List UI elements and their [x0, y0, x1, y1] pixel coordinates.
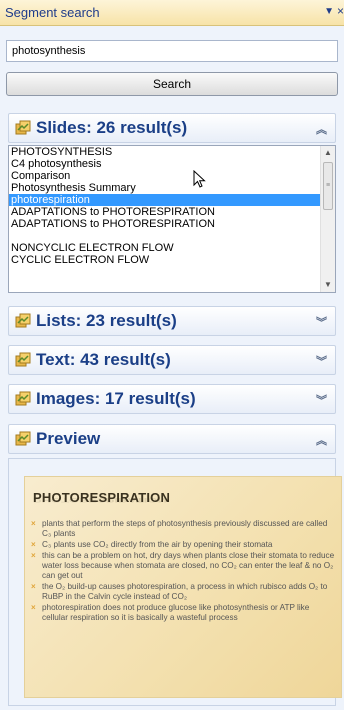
slide-bullets: × plants that perform the steps of photos… [31, 519, 337, 624]
section-lists-title: Lists: 23 result(s) [36, 311, 177, 330]
section-images-title: Images: 17 result(s) [36, 389, 196, 408]
list-item[interactable]: NONCYCLIC ELECTRON FLOW [9, 242, 322, 254]
bullet-text: the O₂ build-up causes photorespiration,… [42, 582, 328, 601]
slide-bullet: × this can be a problem on hot, dry days … [31, 551, 337, 581]
list-item[interactable]: CYCLIC ELECTRON FLOW [9, 254, 322, 266]
bullet-text: this can be a problem on hot, dry days w… [42, 551, 335, 580]
slide-bullet: × the O₂ build-up causes photorespiration… [31, 582, 337, 602]
search-input[interactable] [6, 40, 338, 62]
scroll-down-icon[interactable]: ▼ [321, 278, 335, 292]
bullet-text: photorespiration does not produce glucos… [42, 603, 310, 622]
slide-title-reflection: PHOTORESPIRATION [33, 496, 167, 505]
list-item[interactable] [9, 230, 322, 242]
preview-slide: PHOTORESPIRATION PHOTORESPIRATION × plant… [24, 476, 342, 698]
bullet-text: plants that perform the steps of photosy… [42, 519, 328, 538]
chevron-down-icon[interactable]: ︾ [316, 392, 327, 408]
list-item[interactable]: photorespiration [9, 194, 322, 206]
folder-icon [15, 313, 31, 328]
chevron-down-icon[interactable]: ▼ [324, 6, 334, 17]
bullet-mark-icon: × [31, 551, 36, 560]
scrollbar[interactable]: ▲ ≡ ▼ [320, 146, 335, 292]
bullet-mark-icon: × [31, 582, 36, 591]
section-images-header[interactable]: Images: 17 result(s) ︾ [8, 384, 336, 414]
section-preview-title: Preview [36, 429, 101, 448]
folder-icon [15, 352, 31, 367]
list-item[interactable]: PHOTOSYNTHESIS [9, 146, 322, 158]
mouse-cursor-icon [193, 170, 206, 188]
folder-icon [15, 120, 31, 135]
chevron-down-icon[interactable]: ︾ [316, 314, 327, 330]
chevron-up-icon[interactable]: ︽ [316, 432, 327, 448]
list-item[interactable]: ADAPTATIONS to PHOTORESPIRATION [9, 218, 322, 230]
section-text-header[interactable]: Text: 43 result(s) ︾ [8, 345, 336, 375]
chevron-down-icon[interactable]: ︾ [316, 353, 327, 369]
section-text-title: Text: 43 result(s) [36, 350, 171, 369]
bullet-mark-icon: × [31, 603, 36, 612]
slide-bullet: × C₃ plants use CO₂ directly from the air… [31, 540, 337, 550]
slide-bullet: × plants that perform the steps of photos… [31, 519, 337, 539]
list-item[interactable]: Photosynthesis Summary [9, 182, 322, 194]
chevron-up-icon[interactable]: ︽ [316, 121, 327, 137]
slide-bullet: × photorespiration does not produce gluco… [31, 603, 337, 623]
bullet-mark-icon: × [31, 540, 36, 549]
scroll-up-icon[interactable]: ▲ [321, 146, 335, 160]
list-item[interactable]: C4 photosynthesis [9, 158, 322, 170]
scroll-thumb[interactable]: ≡ [323, 162, 333, 210]
slides-result-list[interactable]: PHOTOSYNTHESIS C4 photosynthesis Compariso… [8, 145, 336, 293]
title-bar: Segment search ▼ × [0, 0, 344, 26]
bullet-mark-icon: × [31, 519, 36, 528]
section-slides-title: Slides: 26 result(s) [36, 118, 188, 137]
section-lists-header[interactable]: Lists: 23 result(s) ︾ [8, 306, 336, 336]
list-item[interactable]: Comparison [9, 170, 322, 182]
window-title: Segment search [5, 5, 100, 20]
folder-icon [15, 431, 31, 446]
list-item[interactable]: ADAPTATIONS to PHOTORESPIRATION [9, 206, 322, 218]
close-icon[interactable]: × [337, 4, 344, 18]
search-button[interactable]: Search [6, 72, 338, 96]
section-preview-header[interactable]: Preview ︽ [8, 424, 336, 454]
bullet-text: C₃ plants use CO₂ directly from the air … [42, 540, 273, 549]
folder-icon [15, 391, 31, 406]
section-slides-header[interactable]: Slides: 26 result(s) ︽ [8, 113, 336, 143]
